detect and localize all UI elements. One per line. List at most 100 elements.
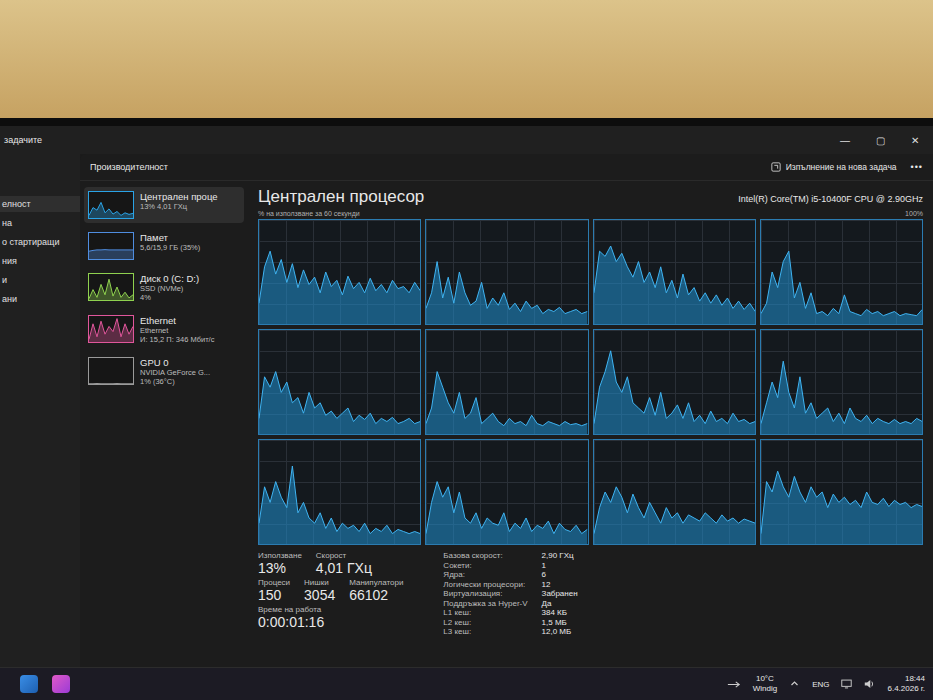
run-task-icon: [771, 162, 781, 172]
start-icon[interactable]: [20, 675, 38, 693]
core-graph: [425, 329, 588, 435]
sidebar-name: GPU 0: [140, 357, 210, 368]
mini-graph: [88, 357, 134, 385]
core-area: [426, 482, 587, 544]
core-graph: [593, 439, 756, 545]
core-line: [259, 466, 420, 534]
chevron-icon[interactable]: [789, 679, 800, 689]
detail-value: 1: [542, 561, 578, 571]
cpu-details: Базова скорост: 2,90 ГХцСокети: 1Ядра: 6…: [443, 551, 577, 637]
core-graph: [593, 219, 756, 325]
panel-title: Централен процесор: [258, 187, 424, 207]
sidebar-item[interactable]: Централен проце 13% 4,01 ГХц: [84, 187, 244, 223]
nav-item[interactable]: о стартиращи: [0, 234, 80, 250]
detail-label: Сокети:: [443, 561, 527, 571]
core-area: [761, 361, 922, 434]
mini-line: [89, 250, 133, 252]
clock[interactable]: 18:44 6.4.2026 г.: [887, 674, 925, 694]
mini-line: [89, 202, 133, 215]
detail-value: Забранен: [542, 589, 578, 599]
page-title: Производителност: [90, 162, 168, 172]
sidebar-item[interactable]: Ethernet EthernetИ: 15,2 П: 346 Мбит/с: [84, 311, 244, 348]
sidebar-name: Памет: [140, 232, 200, 243]
stat-label: Нишки: [304, 578, 335, 587]
stats: Използване 13%Скорост 4,01 ГХцПроцеси 15…: [258, 551, 923, 637]
language[interactable]: ENG: [812, 680, 829, 689]
core-chart: [594, 220, 755, 324]
network-icon[interactable]: [841, 679, 852, 689]
core-line: [761, 361, 922, 423]
sidebar-item[interactable]: GPU 0 NVIDIA GeForce G...1% (36°C): [84, 353, 244, 390]
panel-title-row: Централен процесор Intel(R) Core(TM) i5-…: [258, 187, 923, 207]
core-line: [426, 262, 587, 314]
sidebar-detail: 1% (36°C): [140, 377, 210, 386]
window-body: елност на о стартиращи ния и ани Производител…: [0, 154, 933, 667]
usb-icon[interactable]: [727, 680, 741, 689]
core-graph: [425, 219, 588, 325]
sidebar-detail: И: 15,2 П: 346 Мбит/с: [140, 335, 214, 344]
core-line: [426, 482, 587, 534]
nav-item[interactable]: и: [0, 272, 80, 288]
detail-label: L3 кеш:: [443, 627, 527, 637]
core-graph: [258, 439, 421, 545]
nav-item[interactable]: на: [0, 215, 80, 231]
nav-item[interactable]: елност: [0, 196, 80, 212]
core-chart: [761, 330, 922, 434]
core-graph: [425, 439, 588, 545]
mini-area: [89, 279, 133, 300]
app-icon[interactable]: [52, 675, 70, 693]
core-area: [259, 251, 420, 324]
nav-item[interactable]: ани: [0, 291, 80, 307]
core-line: [426, 372, 587, 426]
window-control[interactable]: —: [836, 133, 854, 148]
core-line: [594, 487, 755, 534]
sidebar-item[interactable]: Памет 5,6/15,9 ГБ (35%): [84, 228, 244, 264]
volume-icon[interactable]: [864, 679, 875, 689]
time: 18:44: [905, 674, 925, 684]
header-actions: Изпълнение на нова задача •••: [771, 162, 923, 172]
stat-value: 4,01 ГХц: [316, 560, 372, 576]
core-line: [259, 251, 420, 303]
mini-line: [89, 279, 133, 299]
nav-item[interactable]: ния: [0, 253, 80, 269]
mini-chart: [89, 316, 133, 342]
sidebar-text: Централен проце 13% 4,01 ГХц: [140, 191, 218, 211]
taskbar-apps: [20, 675, 70, 693]
stat-label: Скорост: [316, 551, 372, 560]
core-graph: [258, 329, 421, 435]
core-graph: [593, 329, 756, 435]
window-control[interactable]: ▢: [872, 133, 889, 148]
mini-graph: [88, 232, 134, 260]
core-area: [594, 246, 755, 324]
core-area: [594, 487, 755, 544]
stat-label: Процеси: [258, 578, 290, 587]
core-chart: [426, 330, 587, 434]
detail-value: 12: [542, 580, 578, 590]
stat-value: 0:00:01:16: [258, 614, 324, 630]
stat-label: Манипулатори: [349, 578, 403, 587]
core-chart: [761, 440, 922, 544]
new-task-button[interactable]: Изпълнение на нова задача: [771, 162, 897, 172]
core-chart: [594, 440, 755, 544]
core-area: [426, 372, 587, 434]
performance: Централен проце 13% 4,01 ГХц Памет 5,6/1…: [80, 181, 933, 667]
mini-graph: [88, 191, 134, 219]
detail-label: L2 кеш:: [443, 618, 527, 628]
core-line: [761, 251, 922, 315]
core-area: [259, 466, 420, 544]
mini-chart: [89, 274, 133, 300]
more-button[interactable]: •••: [911, 162, 923, 172]
core-graph: [258, 219, 421, 325]
content: Производителност Изпълнение на нова зада…: [80, 154, 933, 667]
mini-graph: [88, 273, 134, 301]
sidebar-name: Централен проце: [140, 191, 218, 202]
weather[interactable]: 10°C Windig: [753, 674, 777, 694]
axis-label: % на използване за 60 секунди: [258, 210, 360, 217]
stat-label: Използване: [258, 551, 302, 560]
window-control[interactable]: ✕: [907, 133, 923, 148]
sidebar-item[interactable]: Диск 0 (C: D:) SSD (NVMe)4%: [84, 269, 244, 306]
detail-label: Виртуализация:: [443, 589, 527, 599]
detail-value: 384 КБ: [542, 608, 578, 618]
core-chart: [426, 440, 587, 544]
detail-value: 12,0 МБ: [542, 627, 578, 637]
